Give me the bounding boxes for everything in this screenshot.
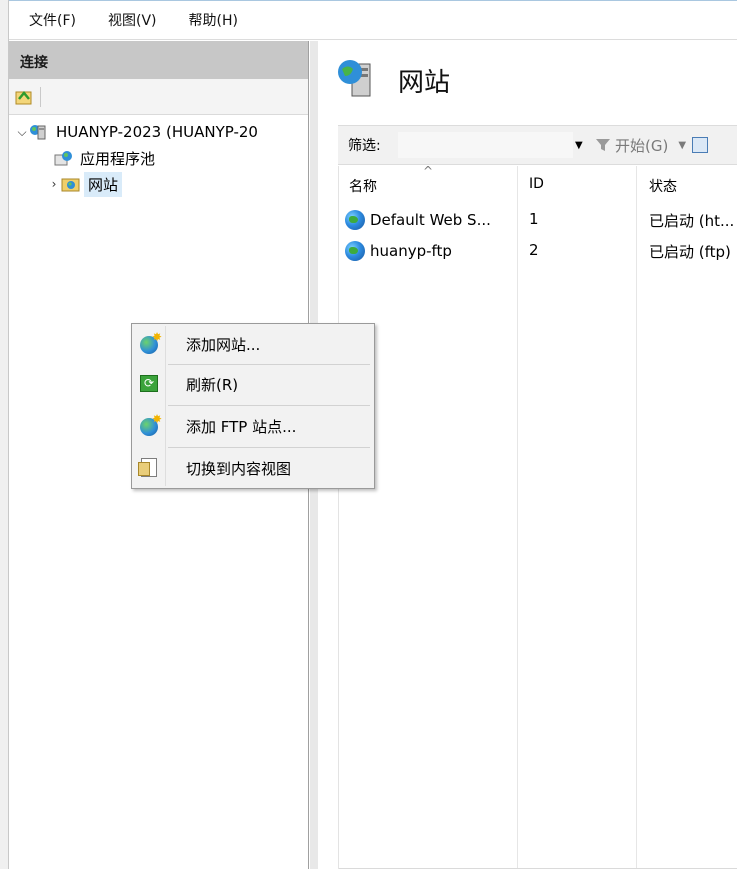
tree-label-app-pools: 应用程序池 [80, 149, 156, 168]
funnel-icon [595, 138, 611, 152]
filter-input[interactable] [398, 132, 573, 158]
cell-id: 2 [529, 241, 539, 259]
sites-header-icon [336, 56, 376, 104]
expand-arrow-icon[interactable]: › [47, 177, 61, 191]
menu-label-content-view: 切换到内容视图 [186, 459, 292, 478]
column-header-id[interactable]: ID [529, 176, 544, 192]
filter-bar: 筛选: ▼ 开始(G) ▼ [338, 125, 737, 165]
menu-item-content-view[interactable]: 切换到内容视图 [134, 450, 372, 486]
tree-node-sites[interactable]: › 网站 [47, 171, 123, 197]
refresh-icon: ⟳ [140, 374, 160, 394]
connections-toolbar [9, 79, 308, 115]
menu-item-add-ftp-site[interactable]: ✸ 添加 FTP 站点... [134, 408, 372, 444]
table-header: ^ 名称 ID 状态 [339, 164, 737, 200]
main-panel: 网站 筛选: ▼ 开始(G) ▼ ^ 名称 ID 状态 Default Web … [318, 41, 737, 869]
filter-label: 筛选: [348, 138, 381, 154]
menu-separator [168, 364, 370, 365]
globe-add-icon: ✸ [140, 412, 162, 436]
create-connection-icon[interactable] [14, 87, 34, 107]
page-title: 网站 [398, 67, 451, 98]
menu-view[interactable]: 视图(V) [108, 10, 157, 30]
content-view-icon [138, 458, 160, 478]
background-window-edge [0, 0, 9, 869]
menu-separator [168, 405, 370, 406]
tree-label-sites: 网站 [84, 171, 123, 197]
menu-label-add-ftp-site: 添加 FTP 站点... [186, 417, 297, 436]
cell-status: 已启动 (ftp) [649, 243, 731, 261]
sort-ascending-icon: ^ [423, 164, 434, 178]
menu-item-add-site[interactable]: ✸ 添加网站... [134, 326, 372, 362]
start-button[interactable]: 开始(G) [595, 135, 668, 156]
menu-label-refresh: 刷新(R) [186, 375, 239, 394]
menu-file[interactable]: 文件(F) [29, 10, 76, 30]
tree-node-app-pools[interactable]: 应用程序池 [53, 145, 159, 171]
site-name: huanyp-ftp [370, 242, 452, 260]
site-name: Default Web S... [370, 211, 491, 229]
connections-tree: ⌵ HUANYP-2023 (HUANYP-20 应用程序池 › 网站 [9, 115, 308, 197]
menu-separator [168, 447, 370, 448]
globe-add-icon: ✸ [140, 330, 162, 354]
globe-icon [345, 210, 365, 230]
menu-item-refresh[interactable]: ⟳ 刷新(R) [134, 366, 372, 402]
globe-icon [345, 241, 365, 261]
sites-folder-icon [61, 175, 81, 193]
cell-id: 1 [529, 210, 539, 228]
page-header: 网站 [318, 41, 737, 119]
collapse-arrow-icon[interactable]: ⌵ [15, 125, 29, 140]
tree-label-server: HUANYP-2023 (HUANYP-20 [56, 123, 258, 141]
app-pool-icon [53, 149, 73, 167]
column-header-status[interactable]: 状态 [649, 176, 677, 196]
column-divider [636, 166, 637, 869]
menubar: 文件(F) 视图(V) 帮助(H) [9, 0, 737, 40]
filter-dropdown-icon[interactable]: ▼ [575, 140, 589, 151]
sites-table: ^ 名称 ID 状态 Default Web S... 1 已启动 (ht...… [338, 164, 737, 869]
cell-name: huanyp-ftp [345, 241, 452, 261]
show-all-icon[interactable] [692, 137, 709, 153]
cell-name: Default Web S... [345, 210, 491, 230]
start-dropdown-icon[interactable]: ▼ [678, 140, 686, 151]
cell-status: 已启动 (ht... [649, 212, 735, 230]
context-menu: ✸ 添加网站... ⟳ 刷新(R) ✸ 添加 FTP 站点... 切换到内容视图 [131, 323, 375, 489]
menu-help[interactable]: 帮助(H) [189, 10, 238, 30]
connections-title: 连接 [9, 41, 308, 79]
server-icon [29, 123, 49, 141]
column-divider [517, 166, 518, 869]
tree-node-server[interactable]: ⌵ HUANYP-2023 (HUANYP-20 [15, 119, 262, 145]
table-row[interactable]: huanyp-ftp 2 已启动 (ftp) [339, 235, 737, 265]
column-header-name[interactable]: 名称 [349, 176, 377, 196]
start-label: 开始(G) [615, 136, 669, 155]
toolbar-separator [40, 86, 41, 107]
menu-label-add-site: 添加网站... [186, 335, 261, 354]
table-row[interactable]: Default Web S... 1 已启动 (ht... [339, 204, 737, 234]
